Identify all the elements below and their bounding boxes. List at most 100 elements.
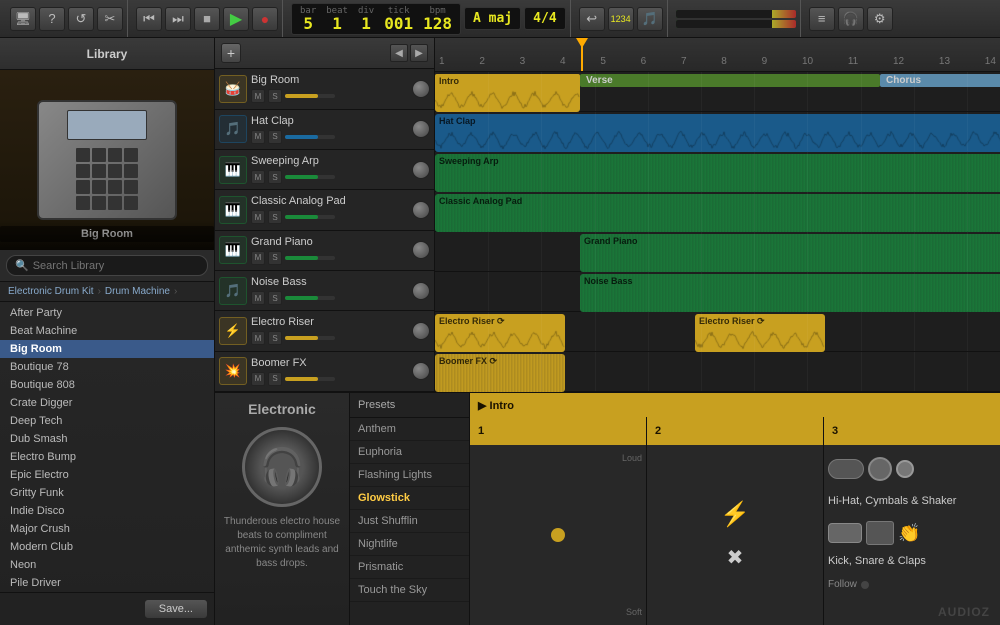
- preset-item[interactable]: Touch the Sky: [350, 579, 469, 602]
- solo-btn[interactable]: S: [268, 251, 282, 265]
- library-btn[interactable]: ≡: [809, 7, 835, 31]
- mute-btn[interactable]: M: [251, 89, 265, 103]
- clip-block[interactable]: Electro Riser ⟳: [695, 314, 825, 352]
- mpc-pad[interactable]: [124, 148, 138, 162]
- library-item[interactable]: Dub Smash: [0, 430, 214, 448]
- rewind-btn[interactable]: ⏮: [136, 7, 162, 31]
- metronome-btn[interactable]: 🎵: [637, 7, 663, 31]
- library-item[interactable]: Modern Club: [0, 538, 214, 556]
- track-fader[interactable]: [285, 94, 335, 98]
- clip-block[interactable]: Classic Analog Pad: [435, 194, 1000, 232]
- stop-btn[interactable]: ■: [194, 7, 220, 31]
- track-fader[interactable]: [285, 377, 335, 381]
- track-fader[interactable]: [285, 296, 335, 300]
- preset-item[interactable]: Euphoria: [350, 441, 469, 464]
- mpc-pad[interactable]: [124, 196, 138, 210]
- search-input[interactable]: [33, 260, 199, 272]
- library-item[interactable]: After Party: [0, 304, 214, 322]
- mpc-pad[interactable]: [108, 164, 122, 178]
- library-item[interactable]: Crate Digger: [0, 394, 214, 412]
- clip-block[interactable]: Electro Riser ⟳: [435, 314, 565, 352]
- track-fader[interactable]: [285, 215, 335, 219]
- preset-item[interactable]: Nightlife: [350, 533, 469, 556]
- scissors-btn[interactable]: ✂: [97, 7, 123, 31]
- clip-block[interactable]: Noise Bass: [580, 274, 1000, 312]
- library-item[interactable]: Electro Bump: [0, 448, 214, 466]
- solo-btn[interactable]: S: [268, 89, 282, 103]
- library-item[interactable]: Boutique 808: [0, 376, 214, 394]
- follow-dot[interactable]: [861, 581, 869, 589]
- library-item[interactable]: Major Crush: [0, 520, 214, 538]
- fast-forward-btn[interactable]: ⏭: [165, 7, 191, 31]
- clip-block[interactable]: Boomer FX ⟳: [435, 354, 565, 392]
- beat-dot[interactable]: [551, 528, 565, 542]
- solo-btn[interactable]: S: [268, 130, 282, 144]
- headphone-btn[interactable]: 🎧: [838, 7, 864, 31]
- library-item[interactable]: Deep Tech: [0, 412, 214, 430]
- mute-btn[interactable]: M: [251, 331, 265, 345]
- breadcrumb-item-2[interactable]: Drum Machine: [105, 286, 170, 297]
- track-volume-knob[interactable]: [412, 362, 430, 380]
- track-volume-knob[interactable]: [412, 161, 430, 179]
- preset-item[interactable]: Flashing Lights: [350, 464, 469, 487]
- mpc-pad[interactable]: [92, 180, 106, 194]
- mute-btn[interactable]: M: [251, 170, 265, 184]
- mpc-pad[interactable]: [76, 196, 90, 210]
- mpc-pad[interactable]: [76, 180, 90, 194]
- library-item[interactable]: Boutique 78: [0, 358, 214, 376]
- track-nav-left[interactable]: ◀: [390, 44, 408, 62]
- mute-btn[interactable]: M: [251, 291, 265, 305]
- mpc-pad[interactable]: [108, 180, 122, 194]
- mpc-pad[interactable]: [92, 196, 106, 210]
- library-item[interactable]: Indie Disco: [0, 502, 214, 520]
- monitor-btn[interactable]: 🖥: [10, 7, 36, 31]
- mpc-pad[interactable]: [76, 148, 90, 162]
- solo-btn[interactable]: S: [268, 372, 282, 386]
- settings-btn[interactable]: ⚙: [867, 7, 893, 31]
- solo-btn[interactable]: S: [268, 210, 282, 224]
- track-fader[interactable]: [285, 256, 335, 260]
- library-item[interactable]: Neon: [0, 556, 214, 574]
- track-fader[interactable]: [285, 175, 335, 179]
- play-btn[interactable]: ▶: [223, 7, 249, 31]
- mute-btn[interactable]: M: [251, 210, 265, 224]
- clip-block[interactable]: Grand Piano: [580, 234, 1000, 272]
- mpc-pad[interactable]: [124, 180, 138, 194]
- mute-btn[interactable]: M: [251, 372, 265, 386]
- breadcrumb-item-1[interactable]: Electronic Drum Kit: [8, 286, 94, 297]
- track-volume-knob[interactable]: [412, 120, 430, 138]
- save-button[interactable]: Save...: [144, 599, 208, 619]
- library-item[interactable]: Gritty Funk: [0, 484, 214, 502]
- solo-btn[interactable]: S: [268, 331, 282, 345]
- mute-btn[interactable]: M: [251, 251, 265, 265]
- loop-btn[interactable]: ↺: [68, 7, 94, 31]
- library-item[interactable]: Epic Electro: [0, 466, 214, 484]
- track-fader[interactable]: [285, 135, 335, 139]
- counter-btn[interactable]: 1234: [608, 7, 634, 31]
- clip-block[interactable]: Sweeping Arp: [435, 154, 1000, 192]
- mpc-pad[interactable]: [108, 148, 122, 162]
- track-volume-knob[interactable]: [412, 201, 430, 219]
- mpc-pad[interactable]: [76, 164, 90, 178]
- track-volume-knob[interactable]: [412, 322, 430, 340]
- add-track-button[interactable]: +: [221, 43, 241, 63]
- preset-item[interactable]: Glowstick: [350, 487, 469, 510]
- preset-item[interactable]: Just Shufflin: [350, 510, 469, 533]
- track-volume-knob[interactable]: [412, 80, 430, 98]
- library-item[interactable]: Pile Driver: [0, 574, 214, 592]
- record-btn[interactable]: ●: [252, 7, 278, 31]
- mpc-pad[interactable]: [92, 148, 106, 162]
- clip-block[interactable]: Hat Clap: [435, 114, 1000, 152]
- mpc-pad[interactable]: [124, 164, 138, 178]
- track-fader[interactable]: [285, 336, 335, 340]
- solo-btn[interactable]: S: [268, 291, 282, 305]
- solo-btn[interactable]: S: [268, 170, 282, 184]
- mute-btn[interactable]: M: [251, 130, 265, 144]
- track-nav-right[interactable]: ▶: [410, 44, 428, 62]
- help-btn[interactable]: ?: [39, 7, 65, 31]
- mpc-pad[interactable]: [108, 196, 122, 210]
- clip-block[interactable]: Intro: [435, 74, 580, 112]
- preset-item[interactable]: Prismatic: [350, 556, 469, 579]
- cycle-btn[interactable]: ↩: [579, 7, 605, 31]
- preset-item[interactable]: Anthem: [350, 418, 469, 441]
